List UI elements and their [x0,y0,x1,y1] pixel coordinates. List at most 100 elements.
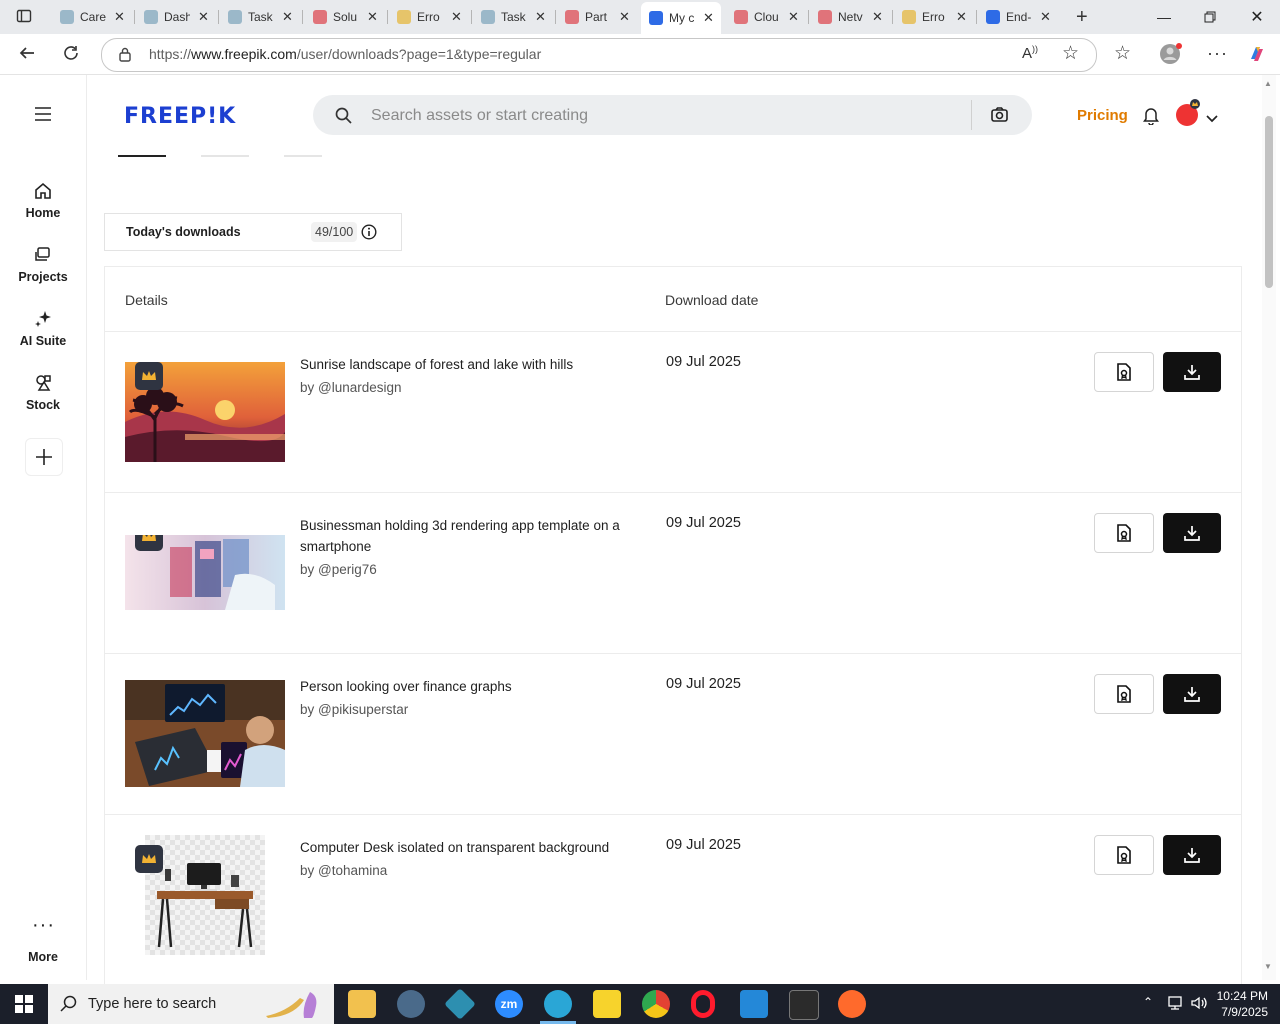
browser-tab[interactable]: My c ✕ [641,2,721,34]
url-text[interactable]: https://www.freepik.com/user/downloads?p… [149,46,541,62]
chevron-down-icon[interactable] [1206,109,1218,127]
section-tab-underline[interactable] [201,155,249,157]
close-tab-icon[interactable]: ✕ [198,9,209,25]
edge-browser-icon[interactable] [544,990,572,1018]
close-tab-icon[interactable]: ✕ [872,9,883,25]
profile-avatar-icon[interactable] [1159,43,1183,68]
back-icon[interactable] [18,44,36,65]
close-tab-icon[interactable]: ✕ [788,9,799,25]
scroll-down-arrow-icon[interactable]: ▼ [1264,963,1272,971]
new-tab-icon[interactable]: + [1076,7,1088,27]
show-hidden-icons-chevron-icon[interactable]: ⌃ [1143,996,1153,1008]
volume-icon[interactable] [1190,995,1208,1014]
close-tab-icon[interactable]: ✕ [535,9,546,25]
close-tab-icon[interactable]: ✕ [451,9,462,25]
tab-separator [471,10,472,24]
read-aloud-icon[interactable]: A)) [1022,45,1038,62]
close-tab-icon[interactable]: ✕ [282,9,293,25]
browser-tab[interactable]: Erro ✕ [894,4,974,30]
close-tab-icon[interactable]: ✕ [114,9,125,25]
sticky-notes-icon[interactable] [593,990,621,1018]
app-diamond-icon[interactable] [444,988,476,1020]
browser-tab[interactable]: Task ✕ [473,4,553,30]
refresh-icon[interactable] [62,44,80,65]
opera-icon[interactable] [691,990,715,1018]
download-button[interactable] [1163,674,1221,714]
freepik-logo[interactable]: FREEP!K [124,104,236,129]
tab-actions-icon[interactable] [16,8,32,27]
resource-title[interactable]: Businessman holding 3d rendering app tem… [300,515,635,557]
resource-author[interactable]: by @lunardesign [300,380,402,395]
rail-item-home[interactable]: Home [0,180,86,220]
resource-title[interactable]: Computer Desk isolated on transparent ba… [300,837,635,858]
close-tab-icon[interactable]: ✕ [956,9,967,25]
resource-title[interactable]: Sunrise landscape of forest and lake wit… [300,354,635,375]
network-icon[interactable] [1166,995,1184,1014]
browser-tab[interactable]: Dash ✕ [136,4,216,30]
zoom-app-icon[interactable]: zm [495,990,523,1018]
browser-tab[interactable]: Erro ✕ [389,4,469,30]
file-explorer-icon[interactable] [348,990,376,1018]
browser-tab[interactable]: Part ✕ [557,4,637,30]
info-icon[interactable] [361,224,377,243]
copilot-icon[interactable] [1247,44,1267,67]
pricing-link[interactable]: Pricing [1077,107,1128,124]
resource-title[interactable]: Person looking over finance graphs [300,676,635,697]
browser-tab[interactable]: Netv ✕ [810,4,890,30]
browser-tab[interactable]: Care ✕ [52,4,132,30]
close-tab-icon[interactable]: ✕ [1040,9,1051,25]
terminal-icon[interactable] [789,990,819,1020]
rail-item-stock[interactable]: Stock [0,372,86,412]
license-button[interactable] [1094,513,1154,553]
favorite-star-icon[interactable]: ☆ [1062,44,1079,63]
thumbnail-finance-graphs[interactable] [125,680,285,787]
favorites-bar-icon[interactable]: ☆ [1114,44,1131,63]
download-button[interactable] [1163,352,1221,392]
close-tab-icon[interactable]: ✕ [619,9,630,25]
restore-icon[interactable] [1187,0,1233,34]
user-avatar[interactable] [1175,98,1205,133]
resource-author[interactable]: by @pikisuperstar [300,702,408,717]
menu-hamburger-icon[interactable] [34,106,52,124]
minimize-icon[interactable]: — [1141,0,1187,34]
page-scrollbar-thumb[interactable] [1265,116,1273,288]
thumbnail-businessman-app[interactable] [125,535,285,610]
section-tab-active-underline[interactable] [118,155,166,157]
resource-author[interactable]: by @tohamina [300,863,387,878]
browser-tab[interactable]: Task ✕ [220,4,300,30]
settings-more-icon[interactable]: ··· [1207,44,1228,62]
tab-favicon-icon [902,10,916,24]
paint-app-icon[interactable] [397,990,425,1018]
rail-item-projects[interactable]: Projects [0,244,86,284]
windows-start-icon[interactable] [15,995,33,1016]
system-clock[interactable]: 10:24 PM 7/9/2025 [1212,988,1268,1020]
scroll-up-arrow-icon[interactable]: ▲ [1264,80,1272,88]
download-button[interactable] [1163,835,1221,875]
site-info-lock-icon[interactable] [118,46,132,65]
vscode-icon[interactable] [740,990,768,1018]
taskbar-search-box[interactable]: Type here to search [48,984,334,1024]
thumbnail-sunrise-landscape[interactable] [125,362,285,462]
browser-tab[interactable]: End- ✕ [978,4,1058,30]
close-tab-icon[interactable]: ✕ [367,9,378,25]
chrome-icon[interactable] [642,990,670,1018]
thumbnail-computer-desk[interactable] [145,835,265,955]
download-button[interactable] [1163,513,1221,553]
close-window-icon[interactable]: ✕ [1234,0,1280,34]
browser-tab[interactable]: Solu ✕ [305,4,385,30]
rail-item-ai-suite[interactable]: AI Suite [0,308,86,348]
rail-item-more[interactable]: ··· More [0,915,86,964]
search-icon [335,107,352,127]
section-tab-underline[interactable] [284,155,322,157]
app-orange-icon[interactable] [838,990,866,1018]
search-input[interactable] [369,95,963,137]
license-button[interactable] [1094,835,1154,875]
notification-bell-icon[interactable] [1142,106,1160,128]
camera-search-icon[interactable] [991,107,1008,125]
browser-tab[interactable]: Clou ✕ [726,4,806,30]
license-button[interactable] [1094,352,1154,392]
license-button[interactable] [1094,674,1154,714]
add-button[interactable] [25,438,63,476]
resource-author[interactable]: by @perig76 [300,562,377,577]
close-tab-icon[interactable]: ✕ [703,10,714,26]
